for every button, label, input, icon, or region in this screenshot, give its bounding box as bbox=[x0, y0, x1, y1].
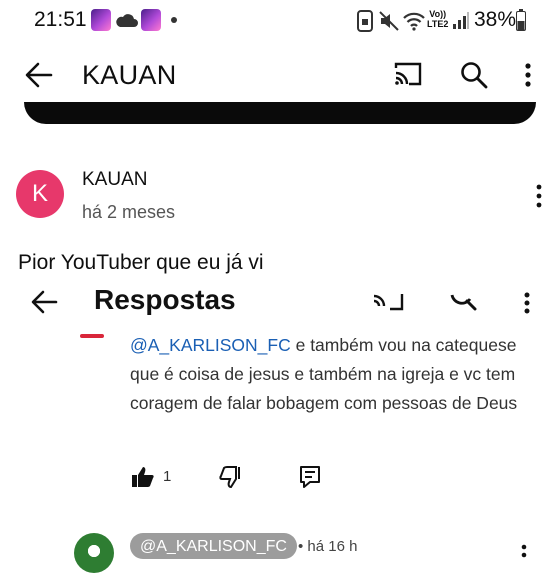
battery-percentage: 38% bbox=[474, 8, 517, 31]
like-icon[interactable] bbox=[131, 466, 155, 488]
cast-icon[interactable] bbox=[393, 61, 423, 87]
more-notifications-icon bbox=[171, 17, 177, 23]
replies-search-icon[interactable] bbox=[446, 287, 478, 311]
status-time: 21:51 bbox=[34, 8, 87, 31]
reply-mention-link[interactable]: @A_KARLISON_FC bbox=[130, 335, 291, 355]
cloud-icon bbox=[116, 14, 138, 27]
more-options-icon[interactable] bbox=[524, 63, 532, 87]
comment-options-icon[interactable] bbox=[535, 184, 543, 208]
comment-author[interactable]: KAUAN bbox=[82, 169, 147, 191]
replies-title: Respostas bbox=[94, 284, 236, 315]
signal-icon bbox=[453, 12, 469, 29]
mute-icon bbox=[379, 11, 399, 31]
like-count: 1 bbox=[163, 468, 172, 485]
app-notification-icon-2 bbox=[141, 9, 161, 31]
lock-phone-icon bbox=[357, 10, 373, 32]
reply-avatar-edge bbox=[80, 334, 104, 338]
replies-cast-icon[interactable] bbox=[370, 290, 404, 312]
reply-author-chip[interactable]: @A_KARLISON_FC bbox=[130, 533, 297, 559]
replies-back-arrow-icon[interactable] bbox=[30, 289, 58, 315]
reply-options-icon[interactable] bbox=[520, 544, 528, 560]
avatar[interactable]: K bbox=[16, 170, 64, 218]
wifi-icon bbox=[403, 12, 425, 31]
back-arrow-icon[interactable] bbox=[24, 60, 54, 90]
network-type-label: Vo)) LTE2 bbox=[427, 9, 449, 29]
comment-timestamp: há 2 meses bbox=[82, 202, 176, 222]
search-icon[interactable] bbox=[460, 61, 488, 89]
video-player-bottom-edge bbox=[24, 102, 536, 124]
dislike-icon[interactable] bbox=[219, 466, 243, 488]
comment-text: Pior YouTuber que eu já vi bbox=[18, 251, 264, 274]
app-notification-icon bbox=[91, 9, 111, 31]
page-title: KAUAN bbox=[82, 60, 177, 90]
status-bar: 21:51 Vo)) LTE2 38% bbox=[0, 0, 560, 44]
reply-icon[interactable] bbox=[299, 465, 321, 489]
replies-more-icon[interactable] bbox=[523, 292, 531, 314]
reply-author-avatar[interactable] bbox=[74, 533, 114, 573]
battery-icon bbox=[516, 9, 526, 31]
reply-text: @A_KARLISON_FC e também vou na catequese… bbox=[130, 331, 550, 418]
reply-timestamp: • há 16 h bbox=[298, 538, 358, 555]
